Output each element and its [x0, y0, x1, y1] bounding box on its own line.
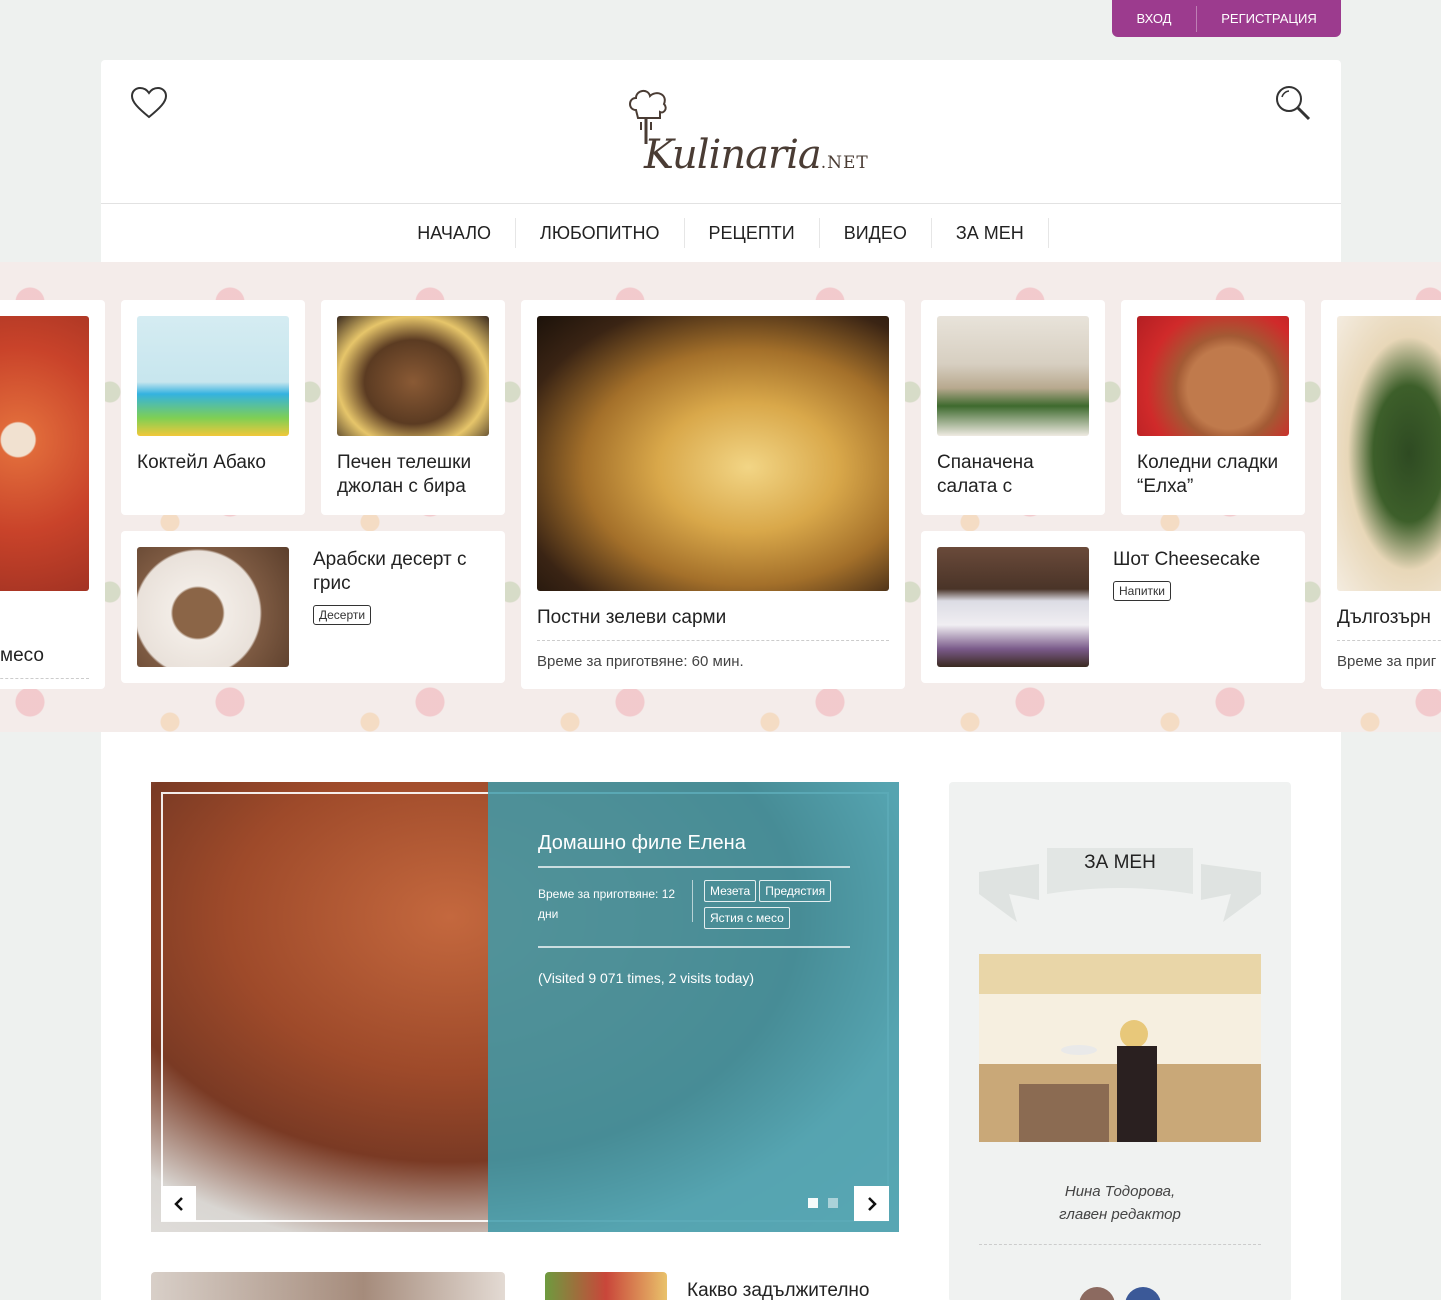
recipe-image: [937, 316, 1089, 436]
recipe-card[interactable]: Спаначена салата с: [921, 300, 1105, 515]
recipe-title: месо: [0, 645, 44, 666]
chevron-right-icon: [867, 1196, 877, 1211]
divider: [0, 678, 89, 679]
recipe-title: Спаначена салата с: [937, 452, 1034, 497]
nav-item-video[interactable]: ВИДЕО: [820, 218, 932, 248]
category-tag-wrap: Напитки: [1113, 581, 1171, 601]
sidebar-heading: ЗА МЕН: [1084, 852, 1156, 873]
recipe-title: Постни зелеви сарми: [537, 607, 727, 628]
category-tag[interactable]: Десерти: [313, 605, 372, 625]
recipe-image: [137, 316, 289, 436]
slider-dot-active[interactable]: [808, 1198, 818, 1208]
recipe-carousel: месо Коктейл Абако Печен телешки джолан …: [0, 262, 1441, 732]
editor-name-line: Нина Тодорова,: [1064, 1183, 1176, 1200]
slide-tags: Мезета Предястия Ястия с месо: [704, 880, 854, 929]
recipe-image: [0, 316, 89, 591]
recipe-title: Шот Cheesecake: [1113, 549, 1261, 570]
recipe-card[interactable]: Печен телешки джолан с бира: [321, 300, 505, 515]
slider-dots: [808, 1198, 838, 1208]
main-content: Домашно филе Елена Време за приготвяне: …: [101, 732, 1341, 1300]
recipe-title: Дългозърн: [1337, 607, 1431, 628]
login-link[interactable]: ВХОД: [1112, 0, 1196, 37]
featured-slider: Домашно филе Елена Време за приготвяне: …: [151, 782, 899, 1232]
divider: [1337, 640, 1441, 641]
logo-suffix: .NET: [820, 153, 869, 173]
nav-item-home[interactable]: НАЧАЛО: [393, 218, 517, 248]
recipe-image: [337, 316, 489, 436]
search-icon[interactable]: [1274, 84, 1312, 122]
slide-tag[interactable]: Ястия с месо: [704, 907, 790, 929]
recipe-image: [1137, 316, 1289, 436]
recipe-card-featured[interactable]: Постни зелеви сарми Време за приготвяне:…: [521, 300, 905, 689]
recipe-title: Коктейл Абако: [137, 452, 266, 473]
about-sidebar: ЗА МЕН Нина Тодорова, главен редактор: [949, 782, 1291, 1300]
slide-info-panel: Домашно филе Елена Време за приготвяне: …: [488, 782, 899, 1232]
social-icon[interactable]: [1079, 1287, 1115, 1300]
divider: [692, 880, 693, 922]
heart-icon[interactable]: [130, 86, 168, 120]
visit-count: (Visited 9 071 times, 2 visits today): [538, 970, 755, 986]
recipe-card[interactable]: Шот Cheesecake Напитки: [921, 531, 1305, 683]
chevron-left-icon: [173, 1196, 183, 1211]
nav-item-interesting[interactable]: ЛЮБОПИТНО: [516, 218, 685, 248]
slide-tag[interactable]: Предястия: [759, 880, 832, 902]
editor-name: Нина Тодорова, главен редактор: [949, 1180, 1291, 1226]
slide-prep-time: Време за приготвяне: 12 дни: [538, 887, 676, 921]
prep-time: Време за приг: [1337, 653, 1437, 670]
prep-time: Време за приготвяне: 60 мин.: [537, 653, 744, 670]
category-tag[interactable]: Напитки: [1113, 581, 1171, 601]
editor-photo: [979, 954, 1261, 1142]
slide-title[interactable]: Домашно филе Елена: [538, 832, 746, 855]
divider: [538, 946, 850, 948]
editor-role-line: главен редактор: [1059, 1206, 1181, 1223]
recipe-image: [1337, 316, 1441, 591]
recipe-image: [537, 316, 889, 591]
category-tag-wrap: Десерти: [313, 605, 372, 625]
divider: [537, 640, 889, 641]
slider-prev-button[interactable]: [161, 1186, 196, 1221]
site-header: Kulinaria.NET НАЧАЛО ЛЮБОПИТНО РЕЦЕПТИ В…: [101, 60, 1341, 262]
recipe-title: Коледни сладки “Елха”: [1137, 452, 1279, 497]
slider-next-button[interactable]: [854, 1186, 889, 1221]
recipe-card[interactable]: Арабски десерт с грис Десерти: [121, 531, 505, 683]
recipe-card-partial-left[interactable]: месо: [0, 300, 105, 689]
recipe-title: Печен телешки джолан с бира: [337, 452, 472, 497]
facebook-icon[interactable]: [1125, 1287, 1161, 1300]
auth-bar: ВХОД РЕГИСТРАЦИЯ: [1112, 0, 1341, 37]
slide-tag[interactable]: Мезета: [704, 880, 757, 902]
logo-text: Kulinaria.NET: [644, 132, 869, 178]
article-image[interactable]: [545, 1272, 667, 1300]
nav-item-recipes[interactable]: РЕЦЕПТИ: [685, 218, 820, 248]
site-logo[interactable]: Kulinaria.NET: [622, 86, 868, 178]
nav-item-about[interactable]: ЗА МЕН: [932, 218, 1049, 248]
slider-dot[interactable]: [828, 1198, 838, 1208]
recipe-image: [137, 547, 289, 667]
divider: [979, 1244, 1261, 1245]
recipe-card-partial-right[interactable]: Дългозърн Време за приг: [1321, 300, 1441, 689]
divider: [538, 866, 850, 868]
recipe-card[interactable]: Коктейл Абако: [121, 300, 305, 515]
article-title[interactable]: Какво задължително: [687, 1280, 869, 1300]
article-image[interactable]: [151, 1272, 505, 1300]
main-nav: НАЧАЛО ЛЮБОПИТНО РЕЦЕПТИ ВИДЕО ЗА МЕН: [101, 203, 1341, 262]
recipe-title: Арабски десерт с грис: [313, 549, 467, 594]
recipe-card[interactable]: Коледни сладки “Елха”: [1121, 300, 1305, 515]
recipe-image: [937, 547, 1089, 667]
register-link[interactable]: РЕГИСТРАЦИЯ: [1197, 0, 1341, 37]
